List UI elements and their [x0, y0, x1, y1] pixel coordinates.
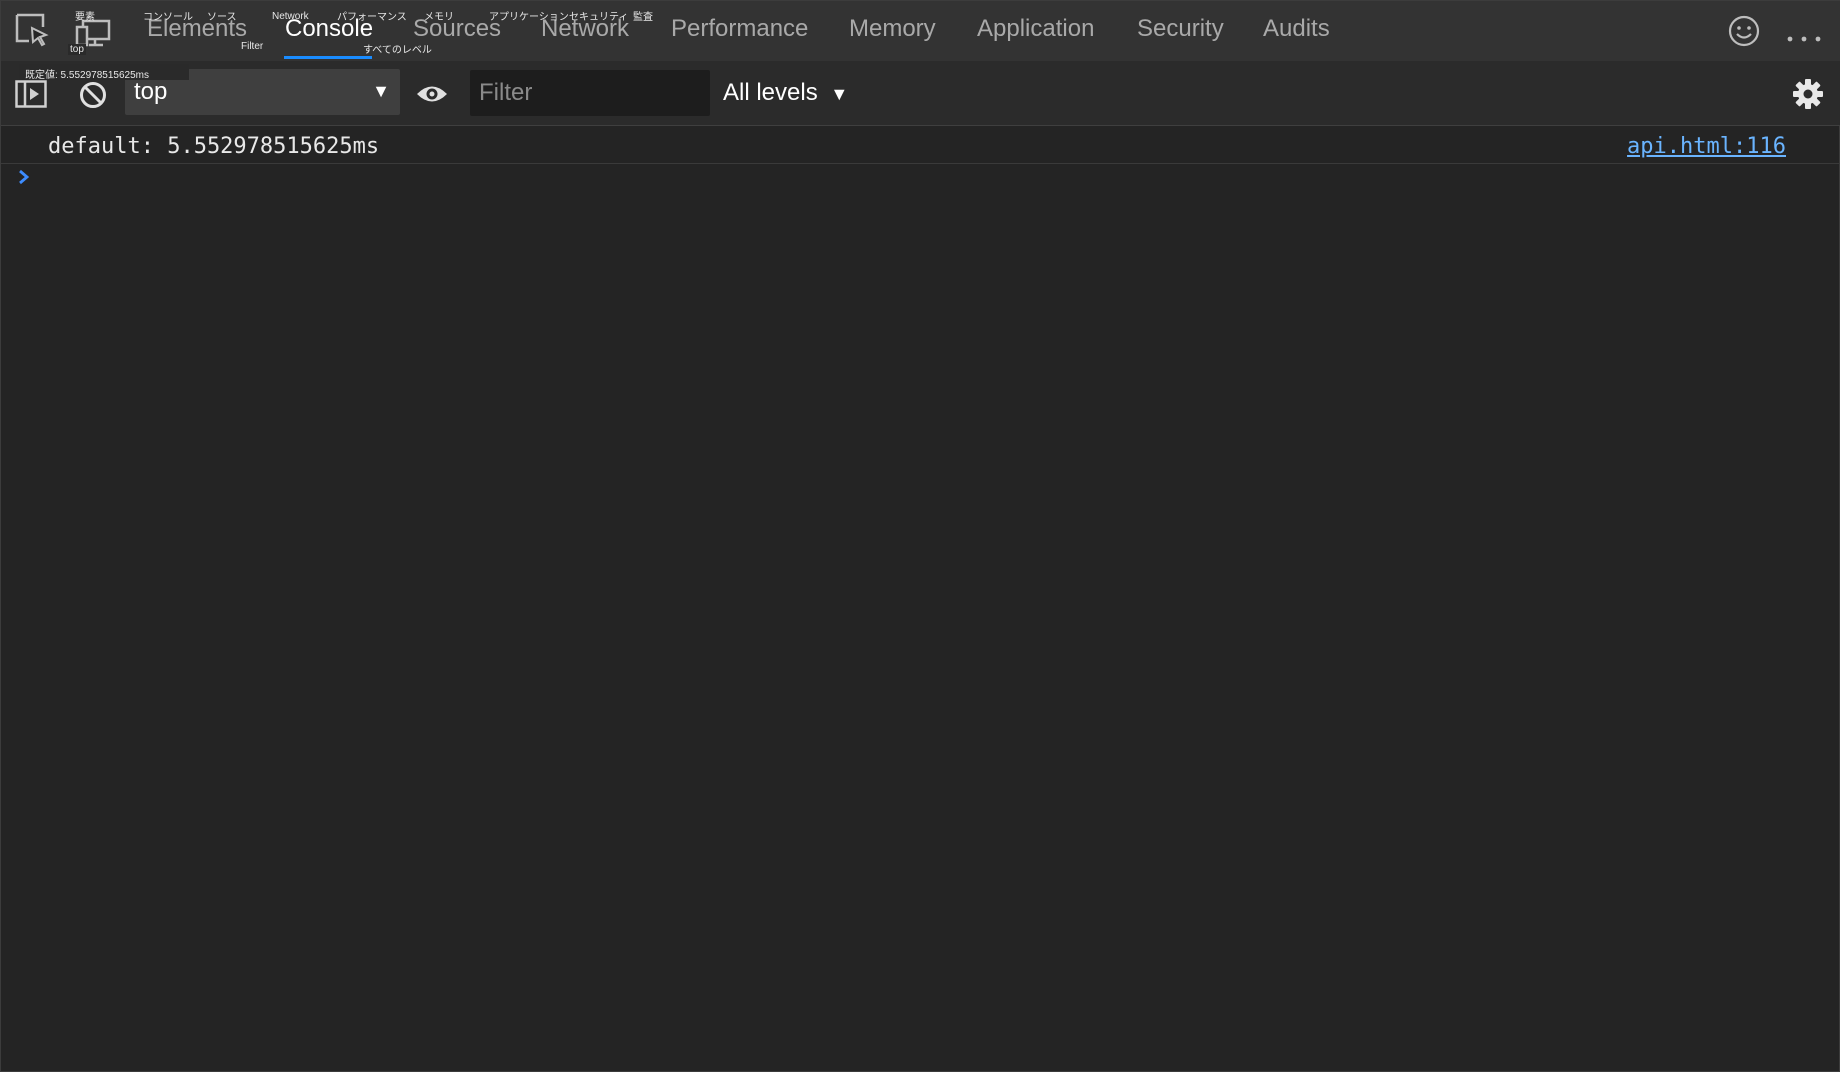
- console-toolbar: top ▼ All levels ▼: [1, 61, 1840, 126]
- tab-performance[interactable]: Performance: [671, 15, 808, 43]
- clear-console-icon[interactable]: [79, 81, 107, 114]
- console-settings-gear-icon[interactable]: [1792, 78, 1824, 115]
- filter-overlay-label: Filter: [241, 41, 264, 52]
- live-expression-eye-icon[interactable]: [415, 83, 449, 110]
- tab-application-ja: アプリケーション: [489, 12, 569, 23]
- filter-input[interactable]: [470, 70, 710, 116]
- levels-overlay-label: すべてのレベル: [363, 45, 432, 56]
- device-overlay-label: top: [68, 44, 86, 55]
- console-message-row: default: 5.552978515625ms api.html:116: [1, 127, 1839, 164]
- tab-sources-ja: ソース: [207, 12, 237, 23]
- main-tab-bar: top Elements Console Sources Network Per…: [1, 1, 1840, 61]
- active-tab-indicator: [284, 56, 372, 59]
- tab-console-ja: コンソール: [143, 12, 193, 23]
- tab-network-ja: Network: [272, 11, 309, 22]
- log-levels-label: All levels: [723, 79, 818, 106]
- feedback-smiley-icon[interactable]: [1728, 15, 1760, 52]
- tab-audits-ja: 監査: [633, 12, 653, 23]
- default-tooltip-text: 既定値: 5.552978515625ms: [25, 70, 149, 81]
- show-sidebar-icon[interactable]: [15, 80, 47, 113]
- tab-memory-ja: メモリ: [424, 12, 454, 23]
- context-selector-value: top: [134, 78, 168, 105]
- tab-audits[interactable]: Audits: [1263, 15, 1330, 43]
- chevron-down-icon: ▼: [830, 84, 849, 104]
- tab-elements-ja: 要素: [75, 12, 95, 23]
- console-message-source-link[interactable]: api.html:116: [1627, 134, 1786, 159]
- tab-security[interactable]: Security: [1137, 15, 1224, 43]
- log-levels-dropdown[interactable]: All levels ▼: [723, 79, 848, 107]
- more-options-icon[interactable]: [1787, 29, 1821, 47]
- console-message-text: default: 5.552978515625ms: [48, 134, 380, 159]
- tab-performance-ja: パフォーマンス: [337, 12, 407, 23]
- chevron-down-icon: ▼: [372, 81, 390, 101]
- tab-memory[interactable]: Memory: [849, 15, 936, 43]
- devtools-window: top Elements Console Sources Network Per…: [0, 0, 1840, 1072]
- tab-security-ja: セキュリティ: [569, 12, 629, 23]
- default-tooltip: 既定値: 5.552978515625ms: [19, 64, 189, 81]
- console-prompt-chevron-icon[interactable]: [17, 169, 31, 190]
- inspect-element-icon[interactable]: [15, 13, 49, 52]
- tab-application[interactable]: Application: [977, 15, 1094, 43]
